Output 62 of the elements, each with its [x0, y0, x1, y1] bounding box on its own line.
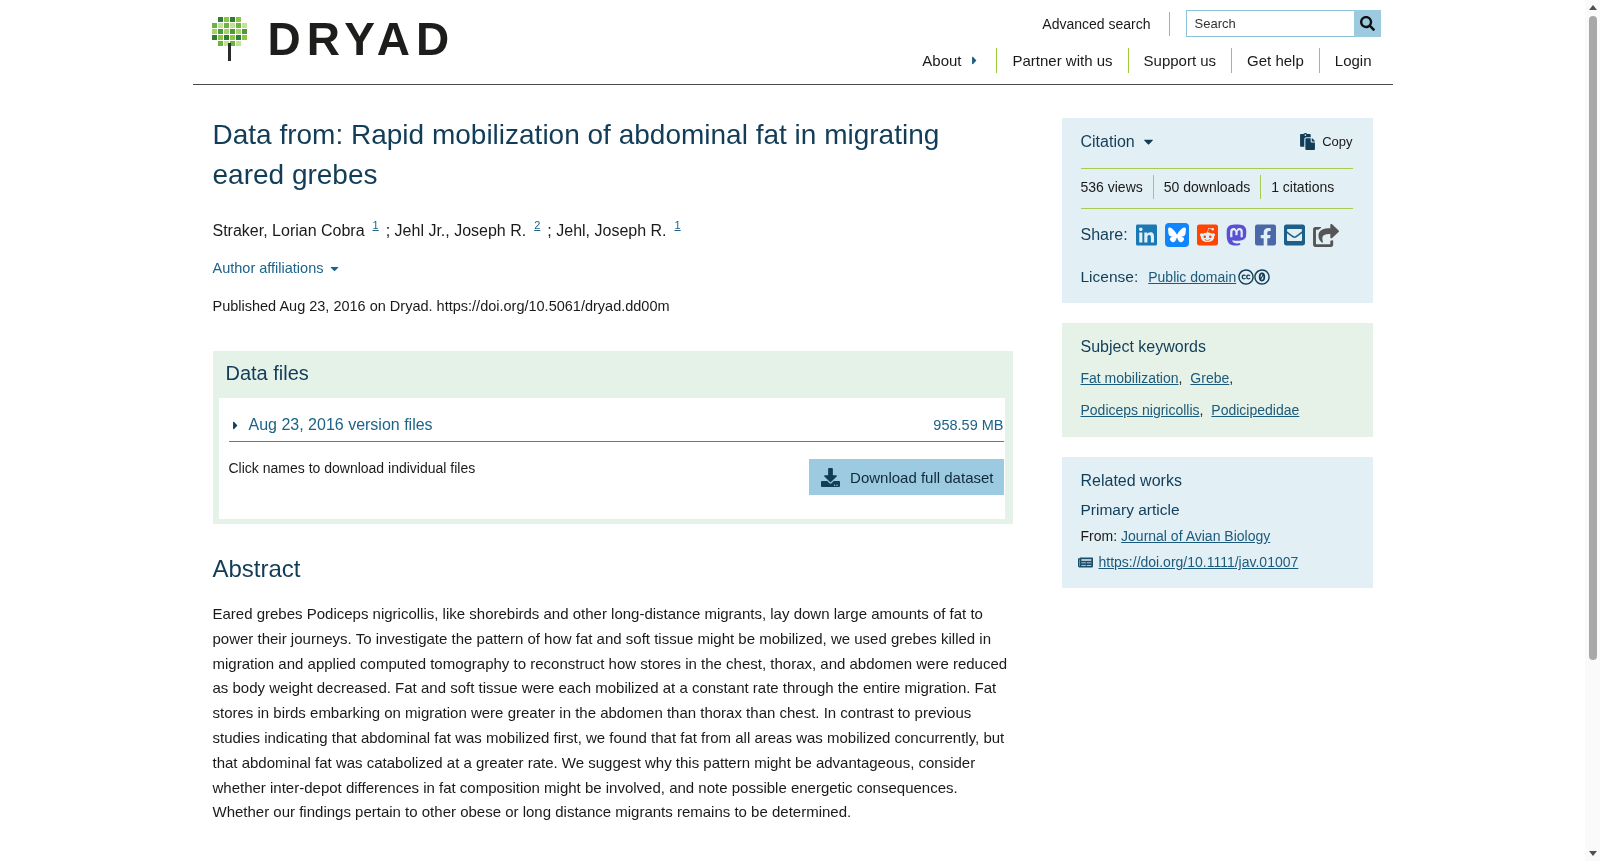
keywords-heading: Subject keywords: [1080, 337, 1207, 357]
linkedin-icon[interactable]: [1135, 223, 1157, 247]
doi-link[interactable]: https://doi.org/10.1111/jav.01007: [1098, 552, 1299, 572]
author-name: ; Jehl, Joseph R.: [547, 222, 667, 239]
keyword-link[interactable]: Fat mobilization: [1080, 370, 1179, 386]
download-button[interactable]: Download full dataset: [809, 459, 1004, 495]
affiliation-link[interactable]: 1: [372, 219, 379, 231]
nav-link[interactable]: Partner with us: [996, 48, 1128, 73]
facebook-icon[interactable]: [1254, 223, 1276, 247]
cc-icon: [1238, 269, 1255, 285]
search-field[interactable]: Search: [1185, 10, 1354, 37]
dataset-title: Data from: Rapid mobilization of abdominal fat in migrating eared grebes: [212, 118, 941, 192]
download-icon: [821, 467, 841, 487]
citation-toggle[interactable]: Citation: [1080, 129, 1156, 154]
nav-link[interactable]: Login: [1318, 48, 1372, 73]
search-icon: [1359, 16, 1375, 31]
keyword-separator: ,: [1178, 370, 1183, 386]
nav-link[interactable]: Support us: [1127, 48, 1232, 73]
nav-menu[interactable]: About: [907, 48, 997, 73]
bluesky-icon[interactable]: [1164, 223, 1189, 247]
version-files-toggle[interactable]: Aug 23, 2016 version files: [228, 414, 433, 436]
keyword-link[interactable]: Podiceps nigricollis: [1080, 402, 1200, 418]
affiliation-link[interactable]: 1: [674, 219, 681, 231]
license-link[interactable]: Public domain: [1148, 269, 1237, 285]
keyword-link[interactable]: Grebe: [1190, 370, 1230, 386]
author-name: ; Jehl Jr., Joseph R.: [385, 222, 527, 239]
tree-icon: [211, 17, 248, 61]
metric-stat: 50 downloads: [1152, 175, 1261, 199]
license-label: License:: [1080, 267, 1139, 287]
data-files-heading: Data files: [225, 361, 310, 386]
scroll-up-arrow-icon[interactable]: [1588, 5, 1597, 10]
advanced-search-link[interactable]: Advanced search: [1042, 11, 1170, 36]
logo-link[interactable]: DRYAD: [211, 17, 456, 61]
source-label: From:: [1080, 527, 1118, 546]
nav-link[interactable]: Get help: [1231, 48, 1319, 73]
share-label: Share:: [1080, 225, 1128, 245]
author-affiliations-toggle[interactable]: Author affiliations: [212, 258, 342, 278]
keyword-separator: ,: [1199, 402, 1204, 418]
related-works-heading: Related works: [1080, 471, 1183, 491]
reddit-icon[interactable]: [1196, 223, 1218, 247]
share-icon[interactable]: [1312, 223, 1339, 247]
mastodon-icon[interactable]: [1225, 223, 1247, 247]
zero-icon: [1254, 269, 1271, 285]
keyword-separator: ,: [1229, 370, 1234, 386]
related-type-label: Primary article: [1080, 500, 1181, 520]
affiliation-link[interactable]: 2: [534, 219, 541, 231]
scrollbar-thumb[interactable]: [1588, 16, 1597, 660]
copy-icon: [1299, 133, 1317, 150]
metric-stat: 1 citations: [1260, 175, 1345, 199]
publication-info: Published Aug 23, 2016 on Dryad. https://doi.org/10.5061/dryad.dd00m: [212, 297, 671, 316]
journal-link[interactable]: Journal of Avian Biology: [1121, 526, 1271, 546]
search-button[interactable]: [1353, 10, 1381, 37]
abstract-text: Eared grebes Podiceps nigricollis, like shorebirds and other long-distance migrants, lay down large amounts of fat to power their journeys. To investigate the pattern of how fat and soft tissue might be mobilized, we used grebes killed in migration and applied computed tomography to reconstruct how stores in the chest, thorax, and abdomen were reduced as body weight decreased. Fat and soft tissue were each mobilized at a constant rate through the entire migration. Fat stores in birds embarking on migration were greater in the abdomen than thorax than chest. In contrast to previous studies indicating that abdominal fat was mobilized first, we found that fat from all areas was mobilized concurrently, but that abdominal fat was catabolized at a greater rate. We suggest why this pattern might be advantageous, consider whether inter-depot differences in fat composition might be involved, and note possible energetic consequences. Whether our findings pertain to other obese or long distance migrants remains to be determined.: [212, 604, 1009, 823]
author-name: Straker, Lorian Cobra: [212, 222, 365, 239]
email-icon[interactable]: [1283, 223, 1305, 247]
metric-stat: 536 views: [1080, 178, 1144, 197]
download-hint: Click names to download individual files: [228, 459, 476, 477]
file-size: 958.59 MB: [933, 416, 1004, 435]
scroll-down-arrow-icon[interactable]: [1588, 851, 1597, 856]
abstract-heading: Abstract: [212, 554, 302, 584]
keyword-link[interactable]: Podicipedidae: [1211, 402, 1300, 418]
copy-button[interactable]: Copy: [1299, 132, 1353, 151]
